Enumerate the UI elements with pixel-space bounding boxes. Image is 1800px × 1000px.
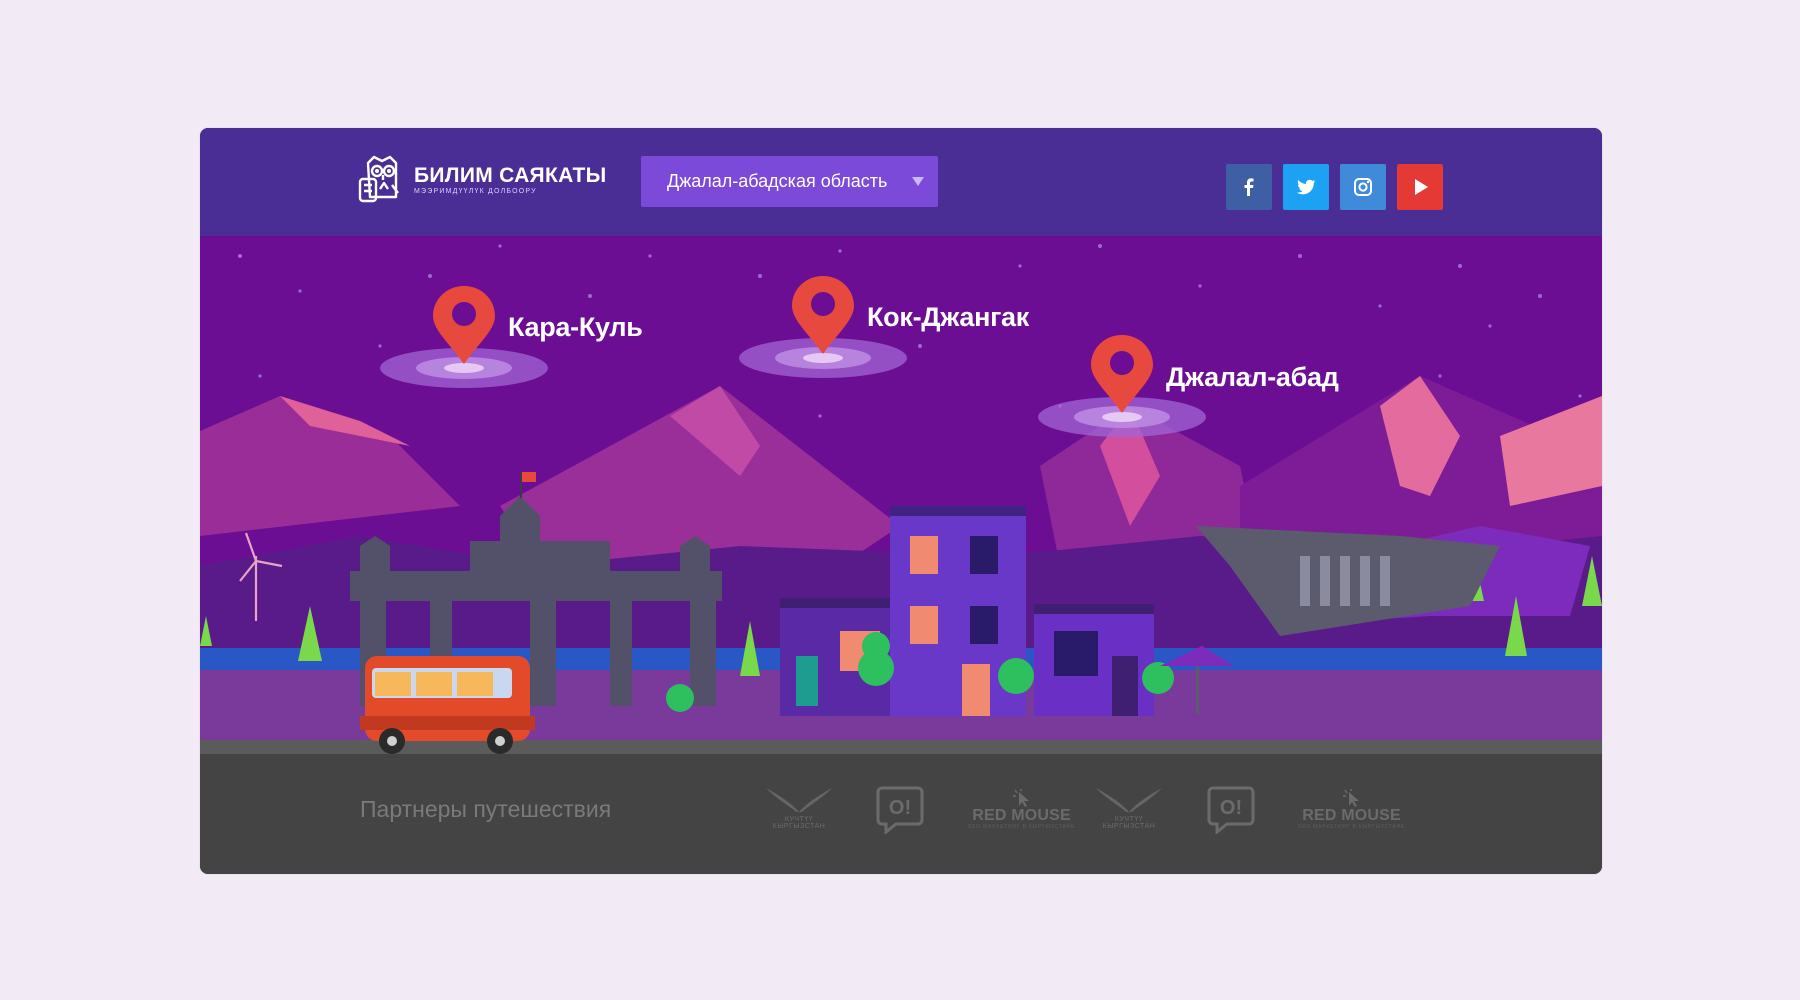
chevron-down-icon: [912, 177, 924, 186]
partner-caption-line1: КУЧТҮҮ: [784, 816, 814, 823]
region-select-value: Джалал-абадская область: [667, 171, 888, 191]
facebook-button[interactable]: [1226, 164, 1272, 210]
partner-tagline: SEO МАРКЕТИНГ В КЫРГЫЗСТАНЕ: [968, 824, 1076, 830]
instagram-icon: [1354, 178, 1372, 196]
twitter-icon: [1297, 179, 1316, 195]
header: БИЛИМ САЯКАТЫ МЭЭРИМДҮҮЛҮК ДОЛБООРУ Джал…: [200, 128, 1602, 236]
partner-caption-line1: КУЧТҮҮ: [1114, 816, 1144, 823]
eagle-icon: [766, 788, 832, 813]
partner-logo-red-mouse[interactable]: RED MOUSE SEO МАРКЕТИНГ В КЫРГЫЗСТАНЕ: [968, 788, 1075, 830]
partner-label: RED MOUSE: [1302, 807, 1401, 824]
eagle-icon: [1096, 788, 1162, 813]
partner-logo-o[interactable]: O!: [1207, 784, 1255, 834]
twitter-button[interactable]: [1283, 164, 1329, 210]
app-window: БИЛИМ САЯКАТЫ МЭЭРИМДҮҮЛҮК ДОЛБООРУ Джал…: [200, 128, 1602, 874]
speech-bubble-icon: O!: [1207, 786, 1255, 834]
partner-tagline: SEO МАРКЕТИНГ В КЫРГЫЗСТАНЕ: [1298, 824, 1406, 830]
instagram-button[interactable]: [1340, 164, 1386, 210]
svg-text:O!: O!: [889, 797, 911, 819]
youtube-button[interactable]: [1397, 164, 1443, 210]
logo[interactable]: БИЛИМ САЯКАТЫ МЭЭРИМДҮҮЛҮК ДОЛБООРУ: [358, 152, 606, 208]
speech-bubble-icon: O!: [876, 786, 924, 834]
logo-subtitle: МЭЭРИМДҮҮЛҮК ДОЛБООРУ: [414, 187, 537, 195]
map-illustration: Кара-Куль Кок-Джангак Джалал-абад: [200, 236, 1602, 754]
partner-caption-line2: КЫРГЫЗСТАН: [1102, 823, 1156, 830]
partner-logo-o[interactable]: O!: [876, 784, 924, 834]
pin-label-jalal-abad[interactable]: Джалал-абад: [1166, 362, 1339, 393]
logo-title: БИЛИМ САЯКАТЫ: [414, 163, 607, 187]
partner-logo-eagle[interactable]: КУЧТҮҮ КЫРГЫЗСТАН: [762, 782, 836, 830]
svg-text:O!: O!: [1220, 797, 1242, 819]
cursor-icon: [1012, 789, 1029, 807]
partner-logo-red-mouse[interactable]: RED MOUSE SEO МАРКЕТИНГ В КЫРГЫЗСТАНЕ: [1298, 788, 1405, 830]
partners-footer: Партнеры путешествия КУЧТҮҮ КЫРГЫЗСТАН O…: [200, 754, 1602, 874]
partner-logo-eagle[interactable]: КУЧТҮҮ КЫРГЫЗСТАН: [1092, 782, 1166, 830]
region-select[interactable]: Джалал-абадская область: [641, 156, 938, 207]
pin-label-kok-jangak[interactable]: Кок-Джангак: [867, 302, 1029, 333]
partners-title: Партнеры путешествия: [360, 796, 612, 822]
pin-label-kara-kul[interactable]: Кара-Куль: [508, 312, 643, 343]
facebook-icon: [1244, 178, 1254, 196]
partner-label: RED MOUSE: [972, 807, 1071, 824]
partner-caption-line2: КЫРГЫЗСТАН: [772, 823, 826, 830]
owl-logo-icon: [358, 155, 399, 203]
cursor-icon: [1342, 789, 1359, 807]
youtube-icon: [1415, 179, 1428, 195]
